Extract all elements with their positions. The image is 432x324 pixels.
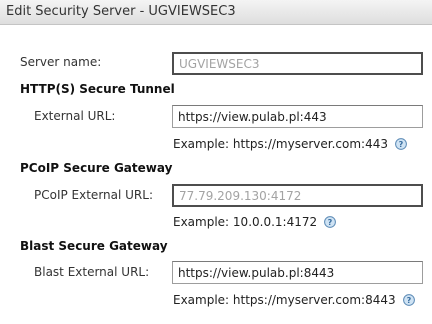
https-external-url-input[interactable]: https://view.pulab.pl:443 — [172, 105, 423, 128]
https-example-text: Example: https://myserver.com:443 — [173, 137, 388, 151]
help-icon[interactable]: ? — [395, 138, 407, 150]
pcoip-external-url-field: 77.79.209.130:4172 — [172, 184, 423, 207]
server-name-label: Server name: — [20, 55, 102, 69]
dialog-title: Edit Security Server - UGVIEWSEC3 — [6, 4, 236, 19]
server-name-field: UGVIEWSEC3 — [172, 52, 423, 75]
pcoip-external-url-label: PCoIP External URL: — [34, 188, 153, 202]
svg-text:?: ? — [399, 140, 404, 149]
help-icon[interactable]: ? — [324, 216, 337, 228]
blast-external-url-label: Blast External URL: — [34, 265, 150, 279]
blast-example-text: Example: https://myserver.com:8443 — [173, 293, 396, 307]
https-tunnel-heading: HTTP(S) Secure Tunnel — [20, 82, 175, 96]
blast-external-url-input[interactable]: https://view.pulab.pl:8443 — [172, 261, 423, 284]
blast-example-row: Example: https://myserver.com:8443? — [173, 293, 415, 307]
https-example-row: Example: https://myserver.com:443? — [173, 137, 407, 151]
svg-text:?: ? — [406, 296, 411, 305]
help-icon[interactable]: ? — [402, 294, 415, 306]
blast-gateway-heading: Blast Secure Gateway — [20, 239, 168, 253]
pcoip-example-row: Example: 10.0.0.1:4172? — [173, 215, 337, 229]
dialog-titlebar: Edit Security Server - UGVIEWSEC3 — [0, 0, 432, 25]
svg-text:?: ? — [328, 218, 333, 227]
pcoip-gateway-heading: PCoIP Secure Gateway — [20, 161, 173, 175]
https-external-url-label: External URL: — [34, 109, 116, 123]
pcoip-example-text: Example: 10.0.0.1:4172 — [173, 215, 318, 229]
